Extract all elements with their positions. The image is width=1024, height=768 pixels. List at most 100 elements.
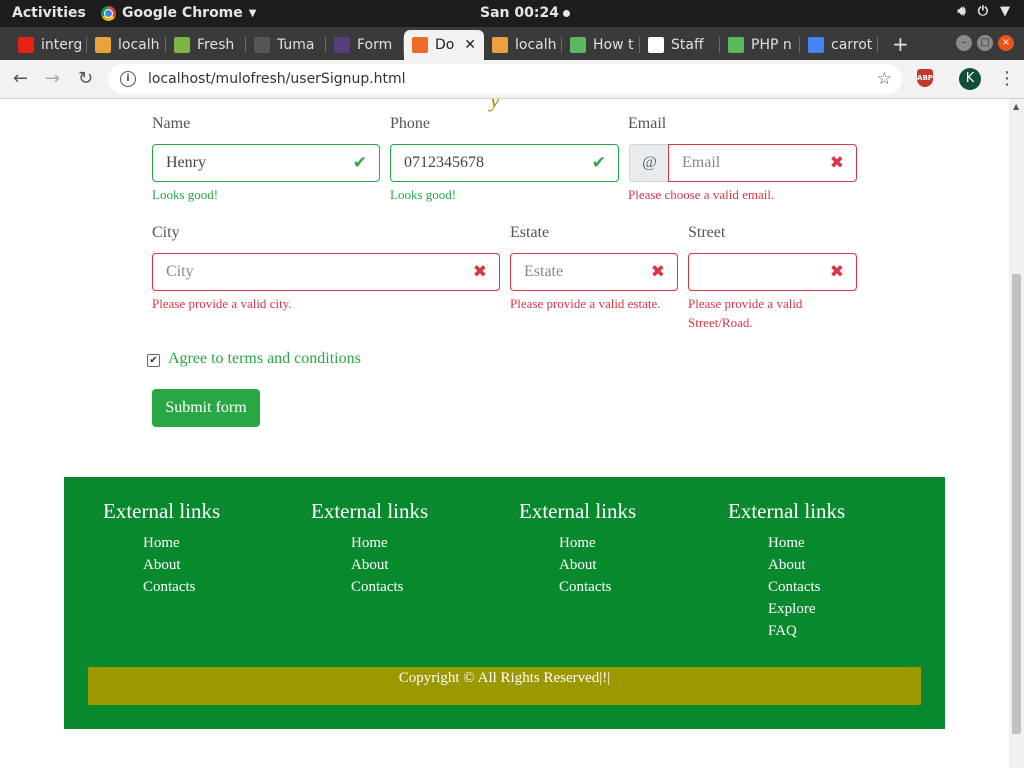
- tab-title: interg: [41, 37, 83, 53]
- terms-checkbox[interactable]: ✔: [147, 354, 160, 367]
- tab-title: Tuma: [277, 37, 315, 53]
- x-error-icon: ✖: [650, 262, 665, 282]
- system-menu[interactable]: 🔊︎ ⏻ ▼: [958, 4, 1011, 19]
- page-scrollbar[interactable]: ▲: [1009, 99, 1024, 768]
- city-label: City: [152, 224, 180, 241]
- browser-tab[interactable]: localh: [87, 30, 166, 60]
- email-prepend: @: [629, 144, 669, 182]
- terms-label[interactable]: Agree to terms and conditions: [168, 350, 361, 368]
- browser-tab[interactable]: Do ✕: [404, 30, 484, 60]
- phone-feedback: Looks good!: [390, 187, 457, 202]
- tab-title: Do: [435, 37, 455, 53]
- footer-link-home[interactable]: Home: [351, 532, 428, 554]
- scrollbar-thumb[interactable]: [1012, 274, 1021, 734]
- new-tab-button[interactable]: +: [892, 32, 909, 56]
- tab-title: localh: [118, 37, 160, 53]
- city-input[interactable]: City ✖: [152, 253, 500, 291]
- tab-favicon-icon: [728, 37, 744, 53]
- submit-button[interactable]: Submit form: [152, 389, 260, 427]
- back-arrow-icon[interactable]: ←: [13, 68, 28, 89]
- tab-favicon-icon: [18, 37, 34, 53]
- footer-link-home[interactable]: Home: [559, 532, 636, 554]
- footer-link-contacts[interactable]: Contacts: [768, 576, 845, 598]
- tab-title: PHP n: [751, 37, 792, 53]
- footer-heading: External links: [519, 499, 637, 523]
- browser-tab[interactable]: Tuma: [246, 30, 326, 60]
- browser-tab[interactable]: PHP n: [720, 30, 800, 60]
- name-label: Name: [152, 115, 191, 132]
- scroll-up-arrow-icon[interactable]: ▲: [1013, 102, 1019, 111]
- app-menu[interactable]: Google Chrome ▼: [101, 5, 256, 21]
- email-placeholder: Email: [682, 154, 721, 171]
- email-feedback: Please choose a valid email.: [628, 187, 775, 202]
- street-input[interactable]: ✖: [688, 253, 857, 291]
- tab-close-icon[interactable]: ✕: [464, 37, 476, 53]
- footer-link-contacts[interactable]: Contacts: [351, 576, 428, 598]
- tab-title: Fresh: [197, 37, 235, 53]
- browser-tab[interactable]: localh: [484, 30, 562, 60]
- browser-tab[interactable]: interg: [10, 30, 87, 60]
- footer-link-home[interactable]: Home: [768, 532, 845, 554]
- footer-link-about[interactable]: About: [351, 554, 428, 576]
- reload-icon[interactable]: ↻: [78, 68, 93, 89]
- notification-dot-icon: [562, 9, 570, 17]
- check-icon: ✔: [591, 153, 606, 173]
- adblock-extension-icon[interactable]: ABP: [917, 69, 933, 87]
- address-bar[interactable]: i localhost/mulofresh/userSignup.html ☆: [108, 64, 902, 94]
- footer-column: External links Home About Contacts: [311, 499, 428, 598]
- browser-tab[interactable]: How t: [562, 30, 640, 60]
- caret-down-icon: ▼: [1000, 4, 1010, 19]
- x-error-icon: ✖: [829, 153, 844, 173]
- profile-avatar[interactable]: K: [959, 68, 981, 90]
- power-icon: ⏻: [977, 4, 988, 19]
- footer-link-about[interactable]: About: [768, 554, 845, 576]
- name-value: Henry: [166, 154, 206, 171]
- clock[interactable]: San 00:24: [480, 5, 570, 21]
- phone-value: 0712345678: [404, 154, 484, 171]
- footer-link-about[interactable]: About: [143, 554, 220, 576]
- estate-input[interactable]: Estate ✖: [510, 253, 678, 291]
- tab-favicon-icon: [412, 37, 428, 53]
- tab-favicon-icon: [492, 37, 508, 53]
- close-window-icon[interactable]: ×: [998, 35, 1014, 51]
- browser-tab[interactable]: carrot: [800, 30, 878, 60]
- footer-column: External links Home About Contacts: [103, 499, 220, 598]
- forward-arrow-icon[interactable]: →: [45, 68, 60, 89]
- estate-label: Estate: [510, 224, 550, 241]
- tab-favicon-icon: [254, 37, 270, 53]
- minimize-icon[interactable]: –: [956, 35, 972, 51]
- tab-title: Staff: [671, 37, 704, 53]
- browser-tab[interactable]: Staff: [640, 30, 720, 60]
- footer-link-about[interactable]: About: [559, 554, 636, 576]
- city-feedback: Please provide a valid city.: [152, 296, 292, 311]
- footer-heading: External links: [103, 499, 221, 523]
- system-top-bar: Activities Google Chrome ▼ San 00:24 🔊︎ …: [0, 0, 1024, 27]
- tab-strip: interg localh Fresh Tuma Form Do ✕ localh How t S…: [0, 27, 1024, 60]
- email-label: Email: [628, 115, 667, 132]
- info-icon[interactable]: i: [120, 71, 136, 87]
- footer-link-faq[interactable]: FAQ: [768, 620, 845, 642]
- copyright-bar: Copyright © All Rights Reserved|!|: [88, 667, 921, 705]
- maximize-icon[interactable]: □: [977, 35, 993, 51]
- menu-kebab-icon[interactable]: ⋮: [998, 68, 1016, 89]
- tab-favicon-icon: [334, 37, 350, 53]
- street-feedback-line2: Street/Road.: [688, 315, 753, 330]
- footer-link-home[interactable]: Home: [143, 532, 220, 554]
- tab-title: Form: [357, 37, 393, 53]
- browser-tab[interactable]: Form: [326, 30, 404, 60]
- app-name: Google Chrome: [122, 5, 243, 21]
- footer-link-explore[interactable]: Explore: [768, 598, 845, 620]
- tab-favicon-icon: [95, 37, 111, 53]
- tab-title: localh: [515, 37, 557, 53]
- city-placeholder: City: [166, 263, 194, 280]
- activities-button[interactable]: Activities: [12, 5, 86, 21]
- name-input[interactable]: Henry ✔: [152, 144, 380, 182]
- footer-link-contacts[interactable]: Contacts: [559, 576, 636, 598]
- bookmark-star-icon[interactable]: ☆: [877, 69, 892, 89]
- clock-text: San 00:24: [480, 5, 559, 21]
- email-input[interactable]: Email ✖: [668, 144, 857, 182]
- footer-link-contacts[interactable]: Contacts: [143, 576, 220, 598]
- browser-tab[interactable]: Fresh: [166, 30, 246, 60]
- phone-label: Phone: [390, 115, 430, 132]
- phone-input[interactable]: 0712345678 ✔: [390, 144, 619, 182]
